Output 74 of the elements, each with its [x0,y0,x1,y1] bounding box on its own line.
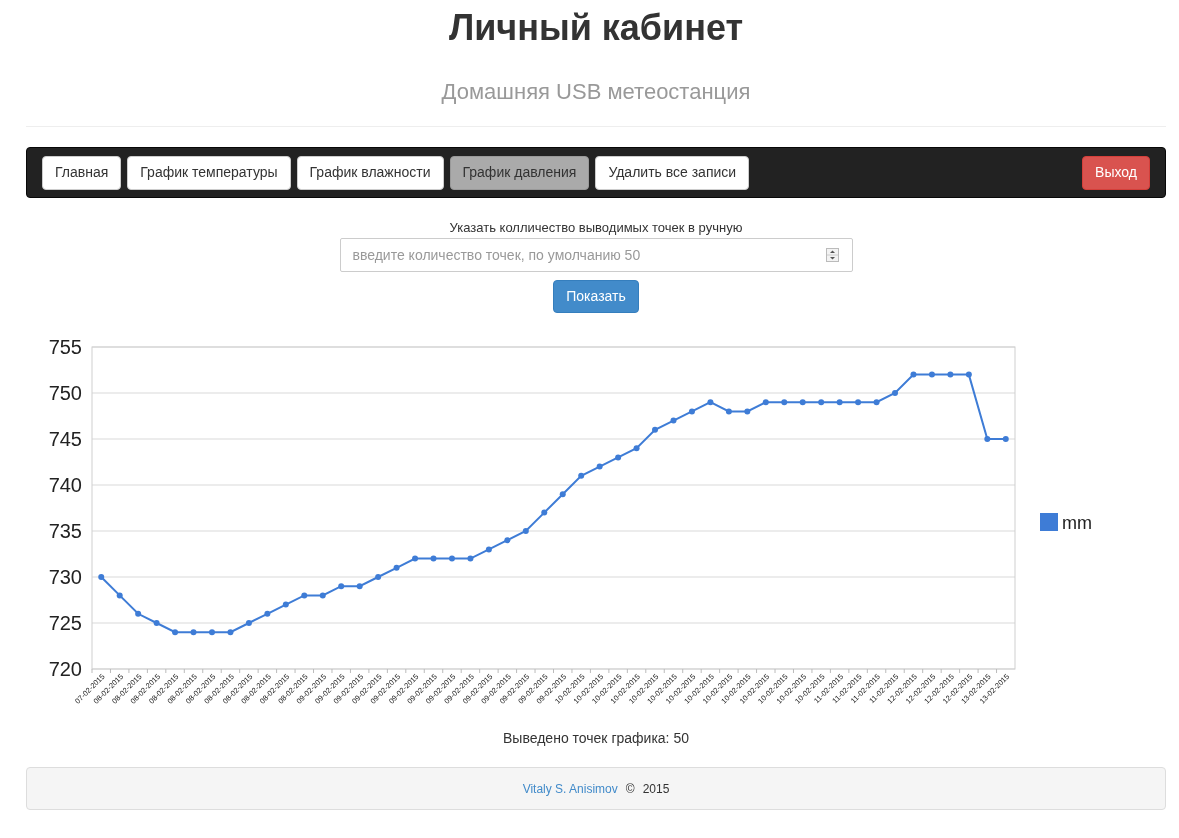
data-point [855,399,862,406]
spinner-icon[interactable] [825,248,839,262]
data-point [633,445,640,452]
data-point [688,408,695,415]
show-button[interactable]: Показать [553,280,639,313]
data-point [947,371,954,378]
data-point [412,555,419,562]
copyright-sign: © [625,780,635,798]
data-point [818,399,825,406]
data-point [319,592,326,599]
data-point [172,629,179,636]
data-point [135,610,142,617]
axis-label: 750 [48,382,82,404]
data-point [356,583,363,590]
data-point [799,399,806,406]
data-point [245,620,252,626]
nav-button[interactable]: Удалить все записи [595,155,750,190]
data-point [209,629,215,636]
axis-label: 745 [48,428,82,450]
data-point [615,454,622,461]
data-point [541,509,548,516]
data-point [984,436,991,442]
data-point [98,574,105,580]
axis-label: 730 [48,566,82,588]
data-point [873,399,880,406]
logout-button[interactable]: Выход [1082,155,1150,190]
data-point [264,610,271,617]
data-point [282,601,289,608]
data-point [781,399,788,406]
nav-button[interactable]: График давления [449,155,590,190]
data-point [338,583,345,590]
data-point [725,408,732,415]
axis-label: 740 [48,474,82,496]
data-point [596,463,603,470]
data-point [652,426,659,433]
axis-label: 735 [48,520,82,542]
nav-button[interactable]: График влажности [296,155,444,190]
data-point [762,399,769,406]
points-input[interactable]: введите количество точек, по умолчанию 50 [339,238,853,272]
data-point [965,371,972,378]
data-point [301,592,308,599]
axis-label: 725 [48,612,82,634]
points-label: Указать колличество выводимых точек в ручную [449,220,743,236]
data-point [670,417,677,424]
data-point [227,629,234,636]
data-point [744,408,751,415]
year-text: 2015 [642,780,670,798]
nav-button[interactable]: Главная [42,155,122,190]
data-point [928,371,935,378]
data-point [448,555,455,562]
data-point [836,399,843,406]
data-point [504,537,511,544]
points-count-text: Выведено точек графика: 50 [503,729,689,748]
data-point [1002,436,1009,442]
nav-button[interactable]: График температуры [127,155,291,190]
data-point [707,399,714,406]
axis-label: 755 [48,336,82,358]
data-point [910,371,917,378]
page-title: Личный кабинет [448,8,744,48]
data-point [892,390,898,396]
data-point [578,472,585,479]
data-point [153,620,160,626]
data-point [467,555,474,562]
data-point [393,564,400,571]
data-point [522,528,529,534]
page-subtitle: Домашняя USB метеостанция [441,78,751,106]
data-point [190,629,197,636]
data-point [485,546,492,553]
axis-label: 720 [48,658,82,680]
data-point [375,574,382,580]
legend-label: mm [1062,513,1092,533]
data-point [116,592,123,599]
data-point [430,555,437,562]
data-point [559,491,566,498]
